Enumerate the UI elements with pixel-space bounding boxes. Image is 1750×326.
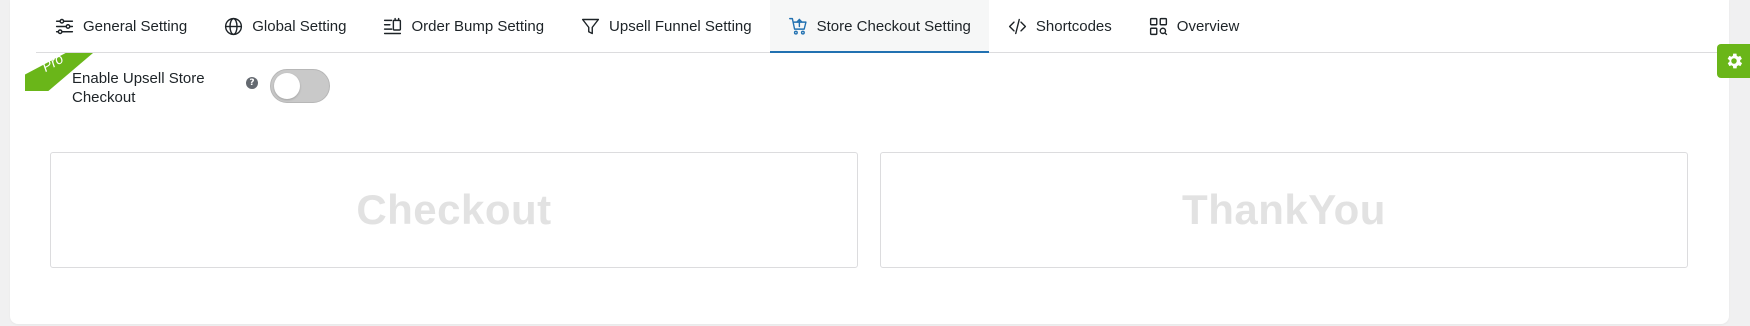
- tab-store-checkout-setting[interactable]: Store Checkout Setting: [769, 0, 990, 53]
- tab-label: Global Setting: [252, 17, 347, 35]
- settings-tabs: General Setting Global Setting Order Bum…: [36, 0, 1726, 53]
- globe-icon: [225, 17, 243, 35]
- enable-upsell-store-checkout-label: Enable Upsell Store Checkout: [72, 70, 205, 106]
- tab-label: Upsell Funnel Setting: [609, 17, 752, 35]
- tab-order-bump-setting[interactable]: Order Bump Setting: [364, 0, 562, 52]
- checkout-card-label: Checkout: [356, 186, 552, 233]
- tab-label: Overview: [1176, 17, 1240, 35]
- enable-upsell-store-checkout-toggle[interactable]: [270, 69, 330, 103]
- tab-general-setting[interactable]: General Setting: [36, 0, 205, 52]
- tab-overview[interactable]: Overview: [1130, 0, 1258, 52]
- help-icon[interactable]: ?: [246, 77, 258, 89]
- gear-icon: [1727, 53, 1742, 69]
- thankyou-card-label: ThankYou: [1182, 186, 1386, 233]
- order-bump-icon: [384, 17, 402, 34]
- tab-upsell-funnel-setting[interactable]: Upsell Funnel Setting: [562, 0, 770, 52]
- cart-upload-icon: [788, 17, 807, 35]
- tab-global-setting[interactable]: Global Setting: [205, 0, 364, 52]
- tab-label: Shortcodes: [1035, 17, 1112, 35]
- thankyou-card[interactable]: ThankYou: [880, 152, 1688, 268]
- funnel-icon: [581, 18, 600, 34]
- code-icon: [1008, 18, 1026, 34]
- tab-shortcodes[interactable]: Shortcodes: [989, 0, 1130, 52]
- tab-label: Store Checkout Setting: [816, 17, 971, 35]
- tab-label: Order Bump Setting: [411, 17, 545, 35]
- tab-label: General Setting: [83, 17, 188, 35]
- floating-settings-button[interactable]: [1717, 44, 1750, 78]
- checkout-card[interactable]: Checkout: [50, 152, 858, 268]
- sliders-icon: [55, 18, 74, 34]
- grid-search-icon: [1149, 17, 1168, 35]
- toggle-knob: [274, 73, 300, 99]
